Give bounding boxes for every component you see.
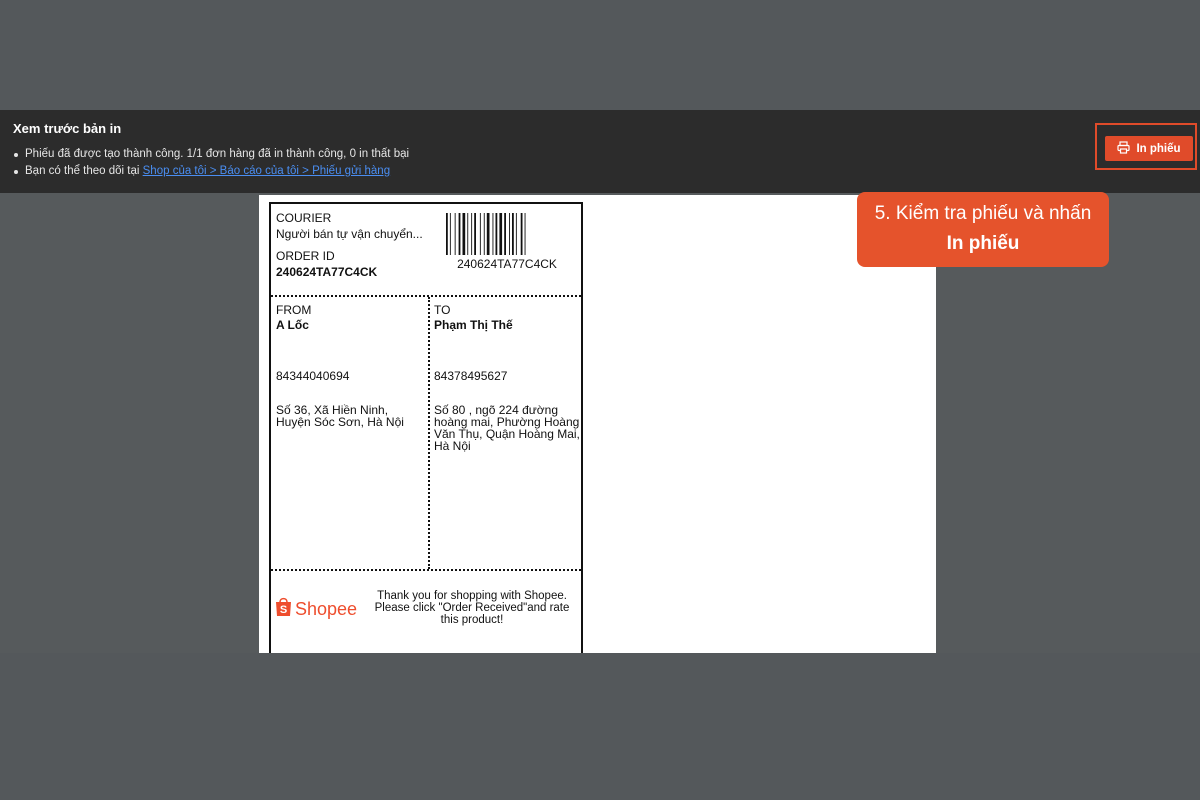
from-heading: FROM	[276, 303, 312, 317]
to-heading: TO	[434, 303, 451, 317]
order-id-heading: ORDER ID	[276, 249, 335, 263]
barcode-bar	[467, 213, 469, 255]
from-address-line: Huyện Sóc Sơn, Hà Nội	[276, 415, 404, 429]
svg-text:S: S	[280, 604, 287, 616]
barcode-bar	[462, 213, 466, 255]
barcode-text: 240624TA77C4CK	[457, 257, 557, 271]
report-link[interactable]: Shop của tôi > Báo cáo của tôi > Phiếu g…	[143, 165, 390, 177]
barcode-bar	[499, 213, 503, 255]
tracking-prefix: Bạn có thể theo dõi tại	[25, 165, 143, 177]
tracking-message: Bạn có thể theo dõi tại Shop của tôi > B…	[13, 163, 409, 180]
thank-you-line: Please click "Order Received"and rate	[374, 602, 570, 614]
barcode-bar	[492, 213, 494, 255]
barcode-bar	[524, 213, 526, 255]
callout-line1: 5. Kiểm tra phiếu và nhấn	[874, 203, 1092, 224]
from-phone: 84344040694	[276, 369, 350, 383]
barcode-bar	[512, 213, 514, 255]
barcode-bar	[504, 213, 506, 255]
to-address-line: Hà Nội	[434, 439, 471, 453]
status-list: Phiếu đã được tạo thành công. 1/1 đơn hà…	[13, 146, 409, 180]
print-button-highlight: In phiếu	[1095, 123, 1197, 170]
barcode-bar	[454, 213, 456, 255]
print-button[interactable]: In phiếu	[1105, 136, 1193, 161]
label-top-section: COURIER Người bán tự vận chuyển... ORDER…	[271, 204, 581, 297]
column-divider	[428, 297, 430, 569]
courier-value: Người bán tự vận chuyển...	[276, 227, 423, 241]
barcode-bar	[458, 213, 461, 255]
barcode-bar	[515, 213, 517, 255]
barcode	[445, 213, 569, 255]
barcode-bar	[446, 213, 448, 255]
barcode-bar	[471, 213, 473, 255]
barcode-bar	[495, 213, 498, 255]
barcode-bar	[449, 213, 451, 255]
callout-line2: In phiếu	[946, 233, 1020, 254]
address-section: FROM A Lốc 84344040694 Số 36, Xã Hiền Ni…	[271, 297, 581, 571]
print-preview-header: Xem trước bản in Phiếu đã được tạo thành…	[0, 110, 1200, 193]
barcode-bar	[509, 213, 510, 255]
print-button-label: In phiếu	[1136, 142, 1181, 155]
from-name: A Lốc	[276, 318, 309, 332]
order-id-value: 240624TA77C4CK	[276, 265, 378, 279]
label-footer: S Shopee Thank you for shopping with Sho…	[271, 571, 581, 653]
status-text: Phiếu đã được tạo thành công. 1/1 đơn hà…	[25, 148, 410, 160]
to-name: Phạm Thị Thế	[434, 318, 513, 332]
barcode-bar	[520, 213, 523, 255]
to-phone: 84378495627	[434, 369, 508, 383]
thank-you-line: Thank you for shopping with Shopee.	[377, 590, 567, 602]
to-address: Số 80 , ngõ 224 đường hoàng mai, Phường …	[434, 404, 580, 452]
barcode-bar	[483, 213, 485, 255]
thank-you-message: Thank you for shopping with Shopee. Plea…	[367, 590, 577, 626]
barcode-bar	[474, 213, 476, 255]
print-preview-paper: COURIER Người bán tự vận chuyển... ORDER…	[259, 195, 936, 653]
page-title: Xem trước bản in	[13, 121, 122, 136]
barcode-bar	[479, 213, 481, 255]
thank-you-line: this product!	[440, 614, 504, 626]
instruction-callout: 5. Kiểm tra phiếu và nhấn In phiếu	[857, 192, 1109, 267]
barcode-bar	[486, 213, 490, 255]
from-address: Số 36, Xã Hiền Ninh, Huyện Sóc Sơn, Hà N…	[276, 404, 404, 428]
printer-icon	[1117, 140, 1131, 157]
shopee-logo: S Shopee	[275, 596, 357, 622]
shopee-logo-text: Shopee	[295, 598, 358, 619]
shipping-label: COURIER Người bán tự vận chuyển... ORDER…	[269, 202, 583, 653]
courier-heading: COURIER	[276, 211, 332, 225]
shopee-bag-icon: S	[275, 596, 292, 622]
status-message: Phiếu đã được tạo thành công. 1/1 đơn hà…	[13, 146, 409, 163]
